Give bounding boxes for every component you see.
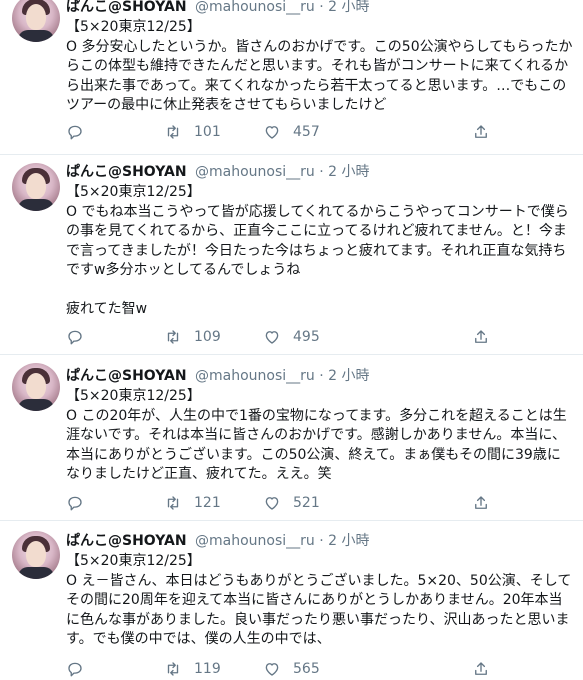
retweet-count: 121 [194,495,221,511]
retweet-button[interactable]: 121 [164,493,221,513]
retweet-count: 101 [194,124,221,140]
retweet-button[interactable]: 109 [164,327,221,347]
retweet-count: 119 [194,661,221,677]
tweet-actions: 119 565 [66,659,496,679]
display-name[interactable]: ぱんこ@SHOYAN [66,164,187,180]
tweet-text: 【5×20東京12/25】 O この20年が、人生の中で1番の宝物になってます。… [66,388,567,482]
display-name[interactable]: ぱんこ@SHOYAN [66,0,187,15]
tweet[interactable]: ぱんこ@SHOYAN @mahounosi__ru · 2 小時 【5×20東京… [0,155,583,355]
like-button[interactable]: 495 [263,327,320,347]
retweet-icon [167,496,179,510]
retweet-button[interactable]: 119 [164,659,221,679]
share-icon [475,496,487,509]
retweet-icon [167,330,179,344]
tweet-header: ぱんこ@SHOYAN @mahounosi__ru · 2 小時 [66,0,370,16]
timestamp[interactable]: 2 小時 [328,533,369,549]
display-name[interactable]: ぱんこ@SHOYAN [66,533,187,549]
reply-icon [68,496,82,511]
share-icon [475,125,487,138]
user-handle[interactable]: @mahounosi__ru [195,0,315,15]
avatar[interactable] [12,0,60,42]
avatar-face [26,373,46,399]
reply-button[interactable] [66,493,84,513]
tweet-actions: 101 457 [66,122,496,142]
retweet-count: 109 [194,329,221,345]
share-button[interactable] [472,122,490,142]
heart-icon [265,497,279,510]
tweet-actions: 109 495 [66,327,496,347]
share-button[interactable] [472,493,490,513]
heart-icon [265,663,279,676]
tweet-text: 【5×20東京12/25】 O え－皆さん、本日はどうもありがとうございました。… [66,553,572,647]
retweet-icon [167,662,179,676]
heart-icon [265,126,279,139]
avatar-collar [18,399,54,411]
reply-button[interactable] [66,659,84,679]
avatar-collar [18,30,54,42]
share-button[interactable] [472,327,490,347]
avatar[interactable] [12,163,60,211]
reply-icon [68,125,82,140]
like-count: 495 [293,329,320,345]
tweet[interactable]: ぱんこ@SHOYAN @mahounosi__ru · 2 小時 【5×20東京… [0,521,583,680]
reply-button[interactable] [66,327,84,347]
reply-icon [68,662,82,677]
user-handle[interactable]: @mahounosi__ru [195,368,315,384]
separator-dot: · [319,533,324,549]
like-count: 457 [293,124,320,140]
separator-dot: · [319,0,324,15]
avatar[interactable] [12,363,60,411]
like-count: 521 [293,495,320,511]
tweet-header: ぱんこ@SHOYAN @mahounosi__ru · 2 小時 [66,532,370,550]
like-button[interactable]: 521 [263,493,320,513]
timestamp[interactable]: 2 小時 [328,368,369,384]
like-button[interactable]: 565 [263,659,320,679]
user-handle[interactable]: @mahounosi__ru [195,533,315,549]
timeline-feed: ぱんこ@SHOYAN @mahounosi__ru · 2 小時 【5×20東京… [0,0,583,680]
like-count: 565 [293,661,320,677]
avatar-face [26,4,46,30]
timestamp[interactable]: 2 小時 [328,0,369,15]
avatar[interactable] [12,531,60,579]
reply-icon [68,330,82,345]
display-name[interactable]: ぱんこ@SHOYAN [66,368,187,384]
heart-icon [265,331,279,344]
retweet-icon [167,125,179,139]
tweet-header: ぱんこ@SHOYAN @mahounosi__ru · 2 小時 [66,163,370,181]
tweet-header: ぱんこ@SHOYAN @mahounosi__ru · 2 小時 [66,367,370,385]
separator-dot: · [319,368,324,384]
share-icon [475,662,487,675]
tweet[interactable]: ぱんこ@SHOYAN @mahounosi__ru · 2 小時 【5×20東京… [0,0,583,155]
user-handle[interactable]: @mahounosi__ru [195,164,315,180]
tweet-actions: 121 521 [66,493,496,513]
reply-button[interactable] [66,122,84,142]
tweet-text: 【5×20東京12/25】 O 多分安心したというか。皆さんのおかげです。この5… [66,19,573,113]
avatar-collar [18,199,54,211]
avatar-collar [18,567,54,579]
avatar-face [26,173,46,199]
timestamp[interactable]: 2 小時 [328,164,369,180]
retweet-button[interactable]: 101 [164,122,221,142]
avatar-face [26,541,46,567]
tweet[interactable]: ぱんこ@SHOYAN @mahounosi__ru · 2 小時 【5×20東京… [0,355,583,521]
share-button[interactable] [472,659,490,679]
separator-dot: · [319,164,324,180]
tweet-text: 【5×20東京12/25】 O でもね本当こうやって皆が応援してくれてるからこう… [66,184,569,317]
like-button[interactable]: 457 [263,122,320,142]
share-icon [475,330,487,343]
